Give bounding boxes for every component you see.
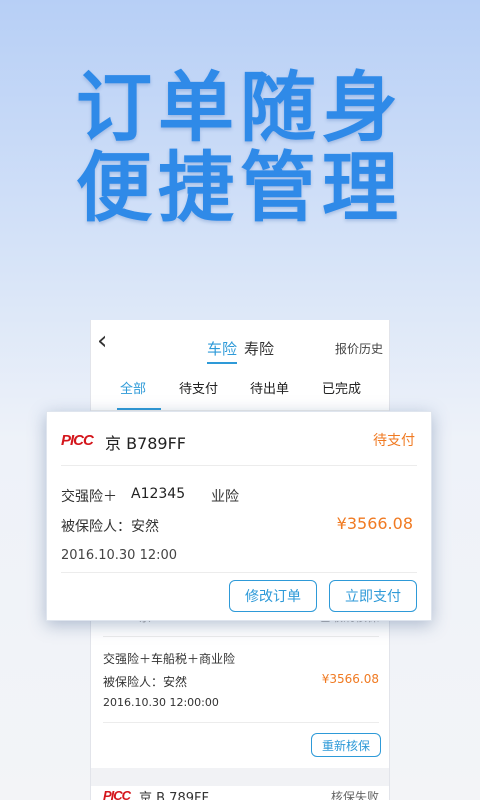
order-2-insurance: 交强险＋车船税＋商业险 bbox=[103, 652, 236, 666]
picc-logo: PICC bbox=[61, 432, 94, 449]
divider bbox=[103, 636, 379, 637]
subtab-all[interactable]: 全部 bbox=[120, 378, 146, 397]
modify-order-button[interactable]: 修改订单 bbox=[229, 580, 317, 612]
order-3-status: 核保失败 bbox=[330, 790, 379, 800]
subtab-pending-payment[interactable]: 待支付 bbox=[179, 378, 218, 397]
order-2-price: ¥3566.08 bbox=[321, 672, 379, 686]
picc-logo: PICC bbox=[103, 788, 131, 800]
subtab-completed[interactable]: 已完成 bbox=[322, 378, 361, 397]
divider bbox=[61, 465, 417, 466]
tab-car-insurance[interactable]: 车险 bbox=[207, 338, 238, 364]
headline-line-1: 订单随身 bbox=[76, 63, 404, 152]
order-status-badge: 待支付 bbox=[373, 433, 415, 449]
chevron-left-icon[interactable]: ‹ bbox=[97, 326, 107, 356]
re-underwrite-button[interactable]: 重新核保 bbox=[311, 733, 381, 757]
list-gap bbox=[91, 768, 389, 786]
quote-history-link[interactable]: 报价历史 bbox=[335, 340, 383, 357]
top-nav-bar: ‹ 车险 寿险 报价历史 bbox=[91, 320, 389, 366]
insurance-suffix: 业险 bbox=[211, 489, 239, 505]
subtab-pending-issue[interactable]: 待出单 bbox=[250, 378, 289, 397]
order-status-tabs: 全部 待支付 待出单 已完成 bbox=[91, 378, 389, 408]
insurance-prefix: 交强险＋ bbox=[61, 489, 117, 505]
order-3-plate: 京 B 789FF bbox=[139, 791, 209, 800]
order-plate: 京 B789FF bbox=[105, 434, 187, 453]
tab-life-insurance[interactable]: 寿险 bbox=[244, 338, 274, 359]
order-2-date: 2016.10.30 12:00:00 bbox=[103, 696, 219, 709]
order-2-insured: 被保险人：安然 bbox=[103, 675, 188, 689]
order-insured: 被保险人：安然 bbox=[61, 519, 159, 535]
divider bbox=[61, 572, 417, 573]
order-price: ¥3566.08 bbox=[336, 514, 413, 533]
pay-now-button[interactable]: 立即支付 bbox=[329, 580, 417, 612]
order-date: 2016.10.30 12:00 bbox=[61, 548, 178, 563]
headline-line-2: 便捷管理 bbox=[76, 143, 404, 232]
plate-overlay-label: A12345 bbox=[125, 484, 192, 504]
divider bbox=[103, 722, 379, 723]
featured-order-card[interactable]: PICC 京 B789FF 待支付 交强险＋ 业险 A12345 被保险人：安然 … bbox=[46, 411, 432, 621]
